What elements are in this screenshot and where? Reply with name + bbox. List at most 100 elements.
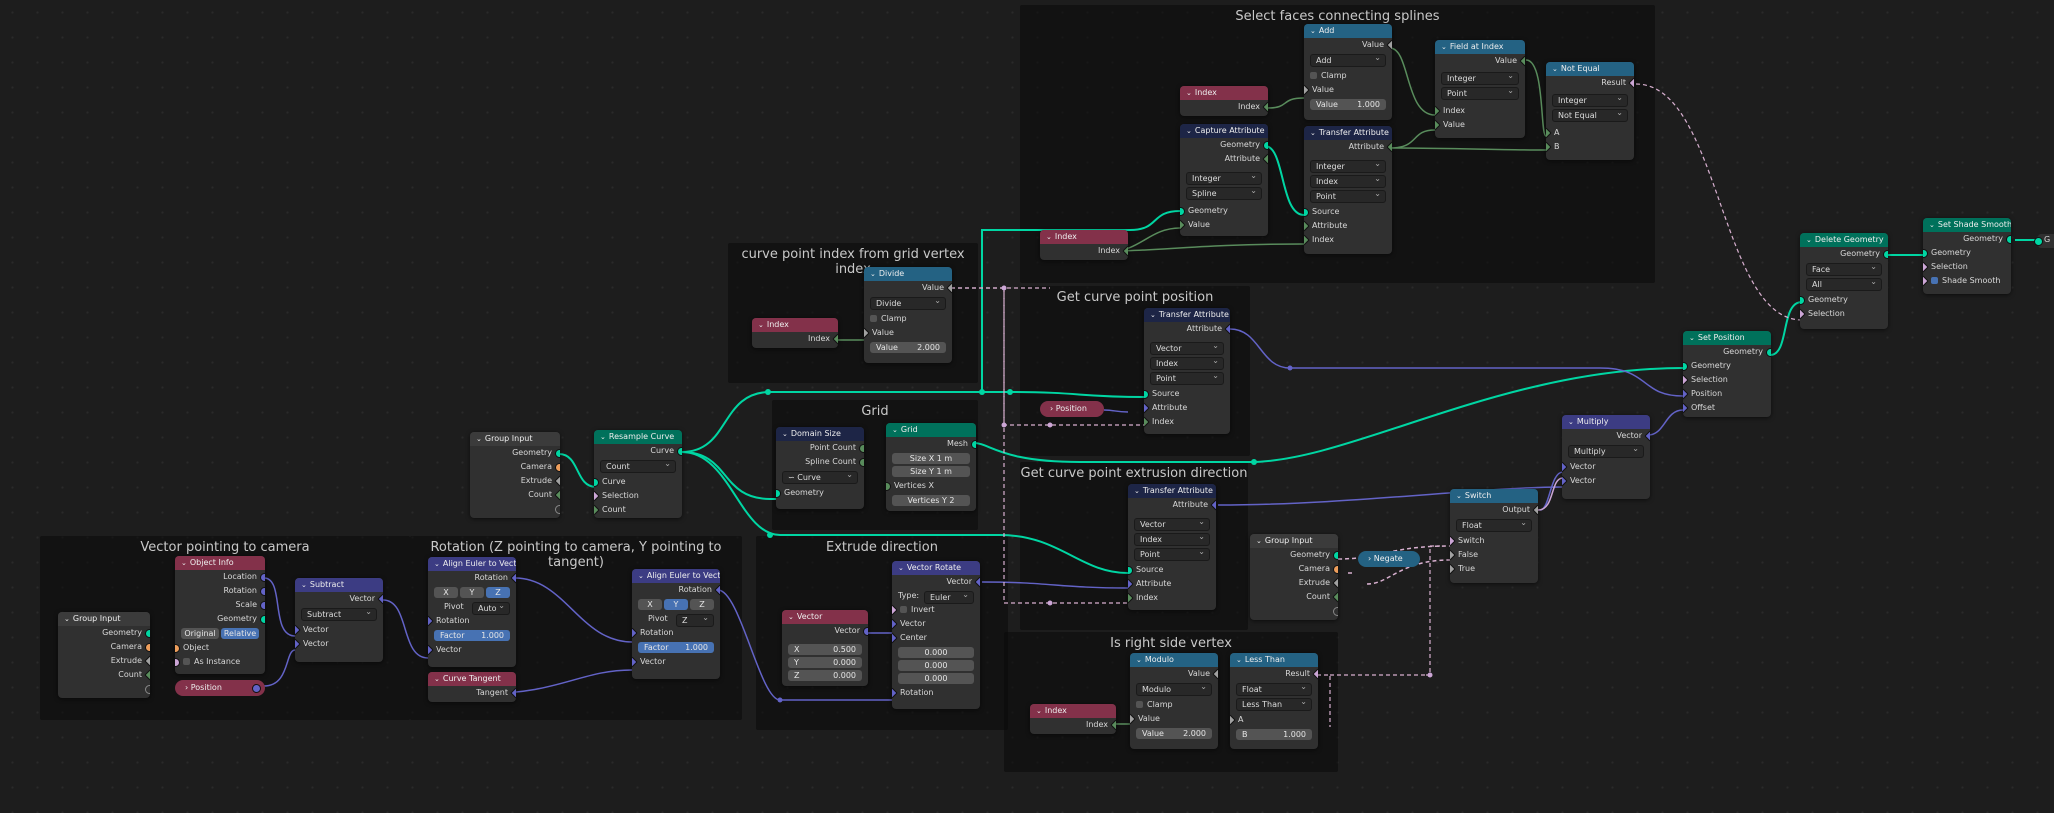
socket-icon[interactable] bbox=[555, 505, 560, 514]
socket-icon[interactable] bbox=[1304, 208, 1309, 217]
chevron-down-icon[interactable]: ⌄ bbox=[476, 432, 482, 446]
socket-icon[interactable] bbox=[886, 482, 891, 491]
socket-icon[interactable] bbox=[892, 632, 898, 644]
socket-icon[interactable] bbox=[1644, 430, 1650, 442]
socket-icon[interactable] bbox=[1180, 219, 1186, 231]
as-instance-checkbox[interactable] bbox=[183, 658, 190, 665]
node-header[interactable]: ⌄ Group Input bbox=[470, 432, 560, 446]
socket-icon[interactable] bbox=[1386, 39, 1392, 51]
mapping-dropdown[interactable]: Index bbox=[1150, 355, 1224, 370]
socket-icon[interactable] bbox=[859, 458, 864, 467]
socket-icon[interactable] bbox=[1683, 374, 1689, 386]
vector-rotate-node[interactable]: ⌄Vector Rotate Vector Type:Euler Invert … bbox=[892, 561, 980, 709]
align-euler-node-b[interactable]: ⌄Align Euler to Vector Rotation XYZ Pivo… bbox=[632, 569, 720, 679]
type-dropdown[interactable]: Float bbox=[1236, 681, 1312, 696]
node-header[interactable]: ⌄Align Euler to Vector bbox=[632, 569, 720, 583]
socket-icon[interactable] bbox=[632, 627, 638, 639]
socket-icon[interactable] bbox=[510, 572, 516, 584]
socket-icon[interactable] bbox=[1883, 250, 1888, 259]
node-header[interactable]: ⌄ Index bbox=[752, 318, 838, 332]
relative-option[interactable]: Relative bbox=[221, 628, 259, 639]
negate-node[interactable]: › Negate bbox=[1358, 551, 1420, 567]
node-header[interactable]: ⌄ Vector bbox=[782, 610, 868, 624]
axis-y[interactable]: Y bbox=[664, 599, 688, 610]
node-header[interactable]: ⌄ Object Info bbox=[175, 556, 265, 570]
component-dropdown[interactable]: ∽ Curve bbox=[782, 469, 858, 484]
type-dropdown[interactable]: Integer bbox=[1552, 92, 1628, 107]
input-shade-smooth[interactable]: Shade Smooth bbox=[1923, 274, 2011, 288]
chevron-down-icon[interactable]: ⌄ bbox=[1806, 233, 1812, 247]
socket-icon[interactable] bbox=[1312, 668, 1318, 680]
socket-icon[interactable] bbox=[1144, 416, 1150, 428]
socket-icon[interactable] bbox=[974, 576, 980, 588]
group-output-partial[interactable]: G bbox=[2034, 234, 2054, 248]
group-input-node-c[interactable]: ⌄ Group Input Geometry Camera Extrude Cou… bbox=[1250, 534, 1338, 620]
socket-icon[interactable] bbox=[892, 604, 898, 616]
socket-icon[interactable] bbox=[252, 684, 261, 693]
axis-z[interactable]: Z bbox=[486, 587, 510, 598]
position-node-b[interactable]: › Position bbox=[1040, 401, 1104, 417]
type-dropdown[interactable]: Vector bbox=[1150, 340, 1224, 355]
socket-icon[interactable] bbox=[1562, 461, 1568, 473]
node-header[interactable]: ⌄ Multiply bbox=[1562, 415, 1650, 429]
socket-icon[interactable] bbox=[1532, 504, 1538, 516]
chevron-down-icon[interactable]: ⌄ bbox=[898, 561, 904, 575]
node-header[interactable]: ⌄ Divide bbox=[864, 267, 952, 281]
socket-icon[interactable] bbox=[892, 618, 898, 630]
factor-field[interactable]: Factor 1.000 bbox=[638, 642, 714, 653]
switch-node[interactable]: ⌄Switch Output Float Switch False True bbox=[1450, 489, 1538, 583]
chevron-down-icon[interactable]: ⌄ bbox=[758, 318, 764, 332]
chevron-down-icon[interactable]: ⌄ bbox=[1046, 230, 1052, 244]
socket-icon[interactable] bbox=[1450, 535, 1456, 547]
socket-icon[interactable] bbox=[145, 629, 150, 638]
node-header[interactable]: ⌄ Switch bbox=[1450, 489, 1538, 503]
chevron-down-icon[interactable]: ⌄ bbox=[1186, 86, 1192, 100]
socket-icon[interactable] bbox=[1923, 261, 1929, 273]
clamp-checkbox[interactable] bbox=[1310, 72, 1317, 79]
index-node-d[interactable]: ⌄ Index Index bbox=[1040, 230, 1128, 260]
chevron-down-icon[interactable]: ⌄ bbox=[1186, 124, 1192, 138]
socket-icon[interactable] bbox=[859, 444, 864, 453]
socket-icon[interactable] bbox=[1212, 668, 1218, 680]
chevron-down-icon[interactable]: ⌄ bbox=[1689, 331, 1695, 345]
input-as-instance[interactable]: As Instance bbox=[175, 655, 265, 669]
operation-dropdown[interactable]: Multiply bbox=[1568, 443, 1644, 458]
index-node-a[interactable]: ⌄ Index Index bbox=[752, 318, 838, 348]
socket-icon[interactable] bbox=[144, 655, 150, 667]
socket-icon[interactable] bbox=[1450, 549, 1456, 561]
type-dropdown[interactable]: Integer bbox=[1441, 70, 1519, 85]
socket-icon[interactable] bbox=[1923, 275, 1929, 287]
size-x-field[interactable]: Size X 1 m bbox=[892, 453, 970, 464]
resample-curve-node[interactable]: ⌄Resample Curve Curve Count Curve Select… bbox=[594, 430, 682, 518]
transform-space-toggle[interactable]: Original Relative bbox=[181, 628, 259, 639]
socket-icon[interactable] bbox=[1180, 207, 1185, 216]
socket-icon[interactable] bbox=[2006, 235, 2011, 244]
b-field[interactable]: B 1.000 bbox=[1236, 729, 1312, 740]
node-header[interactable]: ⌄ Modulo bbox=[1130, 653, 1218, 667]
original-option[interactable]: Original bbox=[181, 628, 219, 639]
multiply-node[interactable]: ⌄Multiply Vector Multiply Vector Vector bbox=[1562, 415, 1650, 499]
socket-icon[interactable] bbox=[1144, 390, 1149, 399]
socket-icon[interactable] bbox=[1800, 308, 1806, 320]
socket-icon[interactable] bbox=[1435, 119, 1441, 131]
chevron-down-icon[interactable]: ⌄ bbox=[1568, 415, 1574, 429]
capture-attribute-node[interactable]: ⌄ Capture Attribute Geometry Attribute In… bbox=[1180, 124, 1268, 236]
center-z-field[interactable]: 0.000 bbox=[898, 673, 974, 684]
curve-tangent-node[interactable]: ⌄ Curve Tangent Tangent bbox=[428, 672, 516, 702]
socket-icon[interactable] bbox=[260, 601, 265, 610]
chevron-down-icon[interactable]: ⌄ bbox=[1256, 534, 1262, 548]
socket-icon[interactable] bbox=[555, 449, 560, 458]
socket-icon[interactable] bbox=[510, 687, 516, 699]
align-euler-node-a[interactable]: ⌄Align Euler to Vector Rotation XYZ Pivo… bbox=[428, 557, 516, 667]
socket-icon[interactable] bbox=[1386, 141, 1392, 153]
axis-y[interactable]: Y bbox=[460, 587, 484, 598]
socket-icon[interactable] bbox=[1766, 348, 1771, 357]
mapping-dropdown[interactable]: Index bbox=[1134, 531, 1210, 546]
chevron-down-icon[interactable]: ⌄ bbox=[1456, 489, 1462, 503]
socket-icon[interactable] bbox=[1333, 551, 1338, 560]
chevron-down-icon[interactable]: ⌄ bbox=[782, 427, 788, 441]
field-at-index-node[interactable]: ⌄Field at Index Value Integer Point Inde… bbox=[1435, 40, 1525, 138]
not-equal-node[interactable]: ⌄Not Equal Result Integer Not Equal A B bbox=[1546, 62, 1634, 160]
socket-icon[interactable] bbox=[1230, 714, 1236, 726]
domain-dropdown[interactable]: Face bbox=[1806, 261, 1882, 276]
